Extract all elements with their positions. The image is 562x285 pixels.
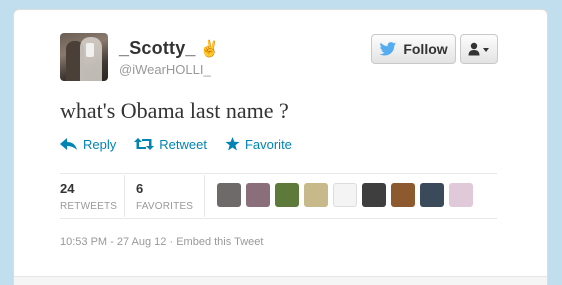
user-dropdown-icon: [468, 42, 489, 56]
tweet-text: what's Obama last name ?: [60, 98, 289, 123]
stats-divider-bottom: [60, 218, 497, 219]
retweet-icon: [134, 138, 155, 150]
favorite-action[interactable]: Favorite: [225, 137, 292, 152]
stats-separator: [124, 175, 125, 217]
favorites-count: 6: [136, 181, 144, 196]
display-name[interactable]: _Scotty_ ✌: [119, 38, 220, 59]
retweets-count: 24: [60, 181, 75, 196]
favorite-label: Favorite: [244, 136, 292, 152]
avatar-phone: [86, 43, 94, 57]
retweeter-avatars: [217, 183, 473, 207]
follow-button[interactable]: Follow: [371, 34, 456, 64]
follow-button-label: Follow: [403, 41, 448, 57]
retweeter-avatar-7[interactable]: [391, 183, 415, 207]
user-handle[interactable]: @iWearHOLLI_: [119, 62, 211, 77]
retweeter-avatar-1[interactable]: [217, 183, 241, 207]
card-footer: [14, 276, 547, 285]
reply-icon: [60, 137, 77, 150]
retweets-stat[interactable]: 24 RETWEETS: [60, 181, 117, 212]
reply-action[interactable]: Reply: [60, 137, 116, 152]
retweeter-avatar-9[interactable]: [449, 183, 473, 207]
retweeter-avatar-8[interactable]: [420, 183, 444, 207]
retweeter-avatar-2[interactable]: [246, 183, 270, 207]
retweeter-avatar-4[interactable]: [304, 183, 328, 207]
star-icon: [225, 137, 240, 151]
tweet-actions: Reply Retweet Favorite: [60, 134, 310, 154]
retweeter-avatar-5[interactable]: [333, 183, 357, 207]
display-name-text: _Scotty_: [119, 38, 196, 58]
favorites-label: FAVORITES: [136, 201, 194, 212]
tweet-card: _Scotty_ ✌ @iWearHOLLI_ Follow what's Oba…: [13, 9, 548, 285]
twitter-bird-icon: [379, 42, 397, 56]
favorites-stat[interactable]: 6 FAVORITES: [136, 181, 193, 212]
tweet-timestamp-row: 10:53 PM - 27 Aug 12 · Embed this Tweet: [60, 236, 263, 248]
retweet-action[interactable]: Retweet: [134, 137, 207, 152]
user-avatar[interactable]: [60, 33, 108, 81]
timestamp-separator: ·: [166, 236, 177, 248]
retweeter-avatar-3[interactable]: [275, 183, 299, 207]
embed-tweet-link[interactable]: Embed this Tweet: [176, 236, 263, 248]
user-actions-dropdown[interactable]: [460, 34, 498, 64]
retweeter-avatar-6[interactable]: [362, 183, 386, 207]
peace-emoji-icon: ✌: [199, 41, 220, 58]
stats-separator: [204, 175, 205, 217]
retweet-label: Retweet: [159, 136, 207, 152]
reply-label: Reply: [83, 136, 117, 152]
retweets-label: RETWEETS: [60, 201, 118, 212]
stats-divider-top: [60, 173, 497, 174]
tweet-timestamp[interactable]: 10:53 PM - 27 Aug 12: [60, 236, 166, 248]
